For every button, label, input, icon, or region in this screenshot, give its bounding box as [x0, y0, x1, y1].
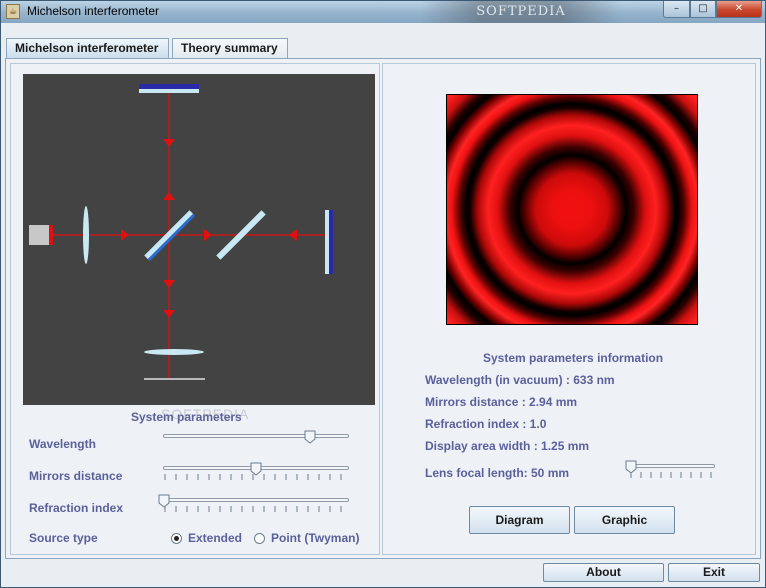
softpedia-watermark: SOFTPEDIA [161, 406, 250, 422]
title-bar[interactable]: ☕ Michelson interferometer SOFTPEDIA – □… [1, 1, 765, 23]
mirrors-distance-label: Mirrors distance [29, 469, 123, 483]
graphic-button[interactable]: Graphic [574, 506, 675, 534]
right-panel: System parameters information Wavelength… [382, 63, 756, 555]
interferometer-diagram [23, 74, 375, 405]
watermark: SOFTPEDIA [421, 1, 621, 23]
beam-arrows [121, 139, 297, 318]
info-title: System parameters information [483, 351, 664, 365]
slider-thumb[interactable] [158, 494, 170, 508]
top-mirror [139, 84, 199, 89]
radio-extended-label: Extended [188, 531, 243, 545]
refraction-index-slider[interactable] [158, 494, 349, 514]
minimize-button[interactable]: – [663, 1, 690, 18]
window-title: Michelson interferometer [27, 4, 160, 18]
slider-track [163, 498, 349, 502]
display-area-info: Display area width : 1.25 mm [425, 439, 590, 453]
arrow-right-2 [204, 229, 212, 241]
right-mirror-glass [325, 210, 329, 274]
tab-theory-summary[interactable]: Theory summary [172, 38, 288, 58]
light-source [29, 225, 49, 245]
diagram-svg [29, 84, 333, 380]
slider-thumb[interactable] [304, 430, 316, 444]
mirrors-distance-slider[interactable] [163, 462, 349, 482]
arrow-down-3 [163, 310, 175, 318]
top-mirror-glass [139, 89, 199, 93]
bottom-bar: About Exit [1, 561, 765, 587]
refraction-index-info: Refraction index : 1.0 [425, 417, 547, 431]
refraction-index-label: Refraction index [29, 501, 124, 515]
slider-ticks [164, 506, 342, 512]
exit-button[interactable]: Exit [668, 563, 760, 582]
lens-focal-length-info: Lens focal length: 50 mm [425, 466, 570, 480]
close-button[interactable]: ✕ [716, 1, 762, 18]
java-app-icon: ☕ [6, 4, 20, 19]
radio-extended[interactable] [171, 533, 182, 544]
about-button[interactable]: About [543, 563, 664, 582]
slider-track [163, 434, 349, 438]
wavelength-label: Wavelength [29, 437, 96, 451]
tab-michelson-interferometer[interactable]: Michelson interferometer [6, 38, 169, 59]
radio-point[interactable] [254, 533, 265, 544]
slider-thumb[interactable] [625, 460, 637, 474]
arrow-down-2 [163, 280, 175, 288]
arrow-right-1 [121, 229, 129, 241]
beam-splitter [144, 210, 196, 262]
radio-point-label: Point (Twyman) [271, 531, 360, 545]
arrow-up [163, 192, 175, 200]
wavelength-info: Wavelength (in vacuum) : 633 nm [425, 373, 615, 387]
wavelength-slider[interactable] [163, 430, 349, 450]
focal-length-slider[interactable] [625, 460, 715, 480]
slider-thumb[interactable] [250, 462, 262, 476]
left-panel: System parameters SOFTPEDIA Wavelength M… [10, 63, 380, 555]
diagram-button[interactable]: Diagram [469, 506, 570, 534]
arrow-down-1 [163, 139, 175, 147]
slider-track [629, 464, 715, 468]
mirrors-distance-info: Mirrors distance : 2.94 mm [425, 395, 578, 409]
interference-pattern [446, 94, 698, 325]
tab-panel: System parameters SOFTPEDIA Wavelength M… [5, 58, 761, 559]
collimating-lens [83, 206, 89, 264]
arrow-left [289, 229, 297, 241]
right-mirror [329, 210, 333, 274]
focusing-lens [144, 349, 204, 355]
light-beams [51, 93, 325, 379]
app-window: ☕ Michelson interferometer SOFTPEDIA – □… [0, 0, 766, 588]
maximize-button[interactable]: □ [690, 1, 716, 18]
slider-ticks [630, 472, 712, 478]
source-type-label: Source type [29, 531, 98, 545]
source-aperture [49, 225, 53, 245]
